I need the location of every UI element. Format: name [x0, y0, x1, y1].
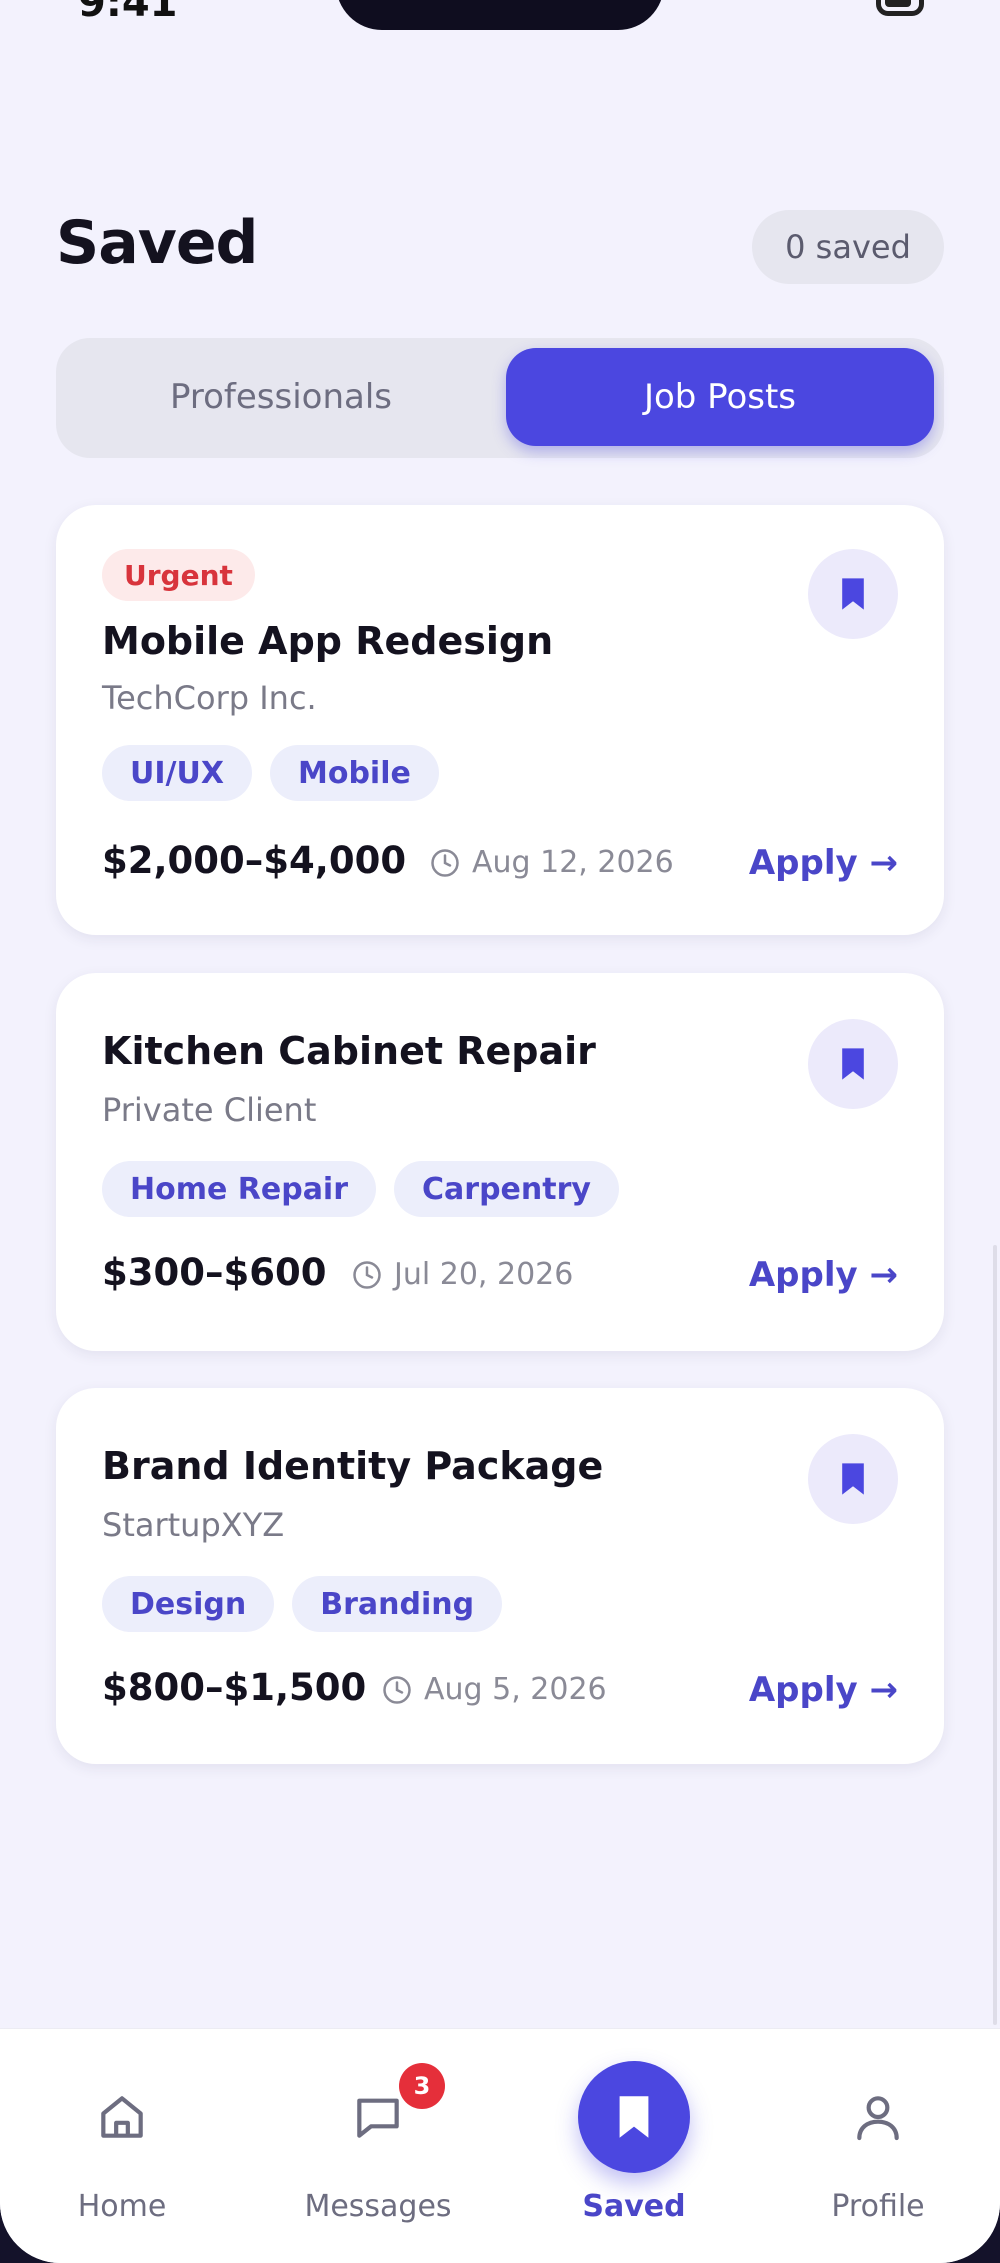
apply-button[interactable]: Apply → [749, 1670, 898, 1710]
job-date: Aug 12, 2026 [430, 845, 674, 880]
job-date-text: Aug 5, 2026 [424, 1672, 607, 1707]
tab-messages-label: Messages [304, 2189, 452, 2224]
tab-home-label: Home [77, 2189, 167, 2224]
job-company: TechCorp Inc. [102, 679, 317, 717]
apply-button[interactable]: Apply → [749, 843, 898, 883]
status-time: 9:41 [78, 0, 178, 26]
job-date: Jul 20, 2026 [352, 1257, 573, 1292]
job-tag: Carpentry [394, 1161, 619, 1217]
screen: 9:41 Saved 0 saved Professionals Job Pos… [0, 0, 1000, 2263]
tab-job-posts[interactable]: Job Posts [506, 348, 934, 446]
job-card[interactable]: Brand Identity Package StartupXYZ Design… [56, 1388, 944, 1764]
user-icon [857, 2096, 899, 2141]
job-tag: UI/UX [102, 745, 252, 801]
tab-profile[interactable]: Profile [778, 2029, 978, 2229]
job-tag: Home Repair [102, 1161, 377, 1217]
clock-icon [383, 1675, 411, 1704]
tab-professionals[interactable]: Professionals [66, 348, 496, 446]
tab-profile-label: Profile [831, 2189, 925, 2224]
bookmark-icon [842, 1048, 864, 1080]
tab-messages[interactable]: 3 Messages [278, 2029, 478, 2229]
job-title: Kitchen Cabinet Repair [102, 1029, 596, 1073]
job-card[interactable]: Urgent Mobile App Redesign TechCorp Inc.… [56, 505, 944, 935]
bookmark-icon [619, 2096, 649, 2138]
job-tag: Branding [292, 1576, 503, 1632]
clock-icon [431, 848, 459, 877]
device-notch [336, 0, 664, 30]
home-icon [101, 2096, 143, 2138]
bookmark-button[interactable] [808, 1019, 898, 1109]
job-tag: Mobile [269, 745, 439, 801]
bookmark-button[interactable] [808, 549, 898, 639]
job-card[interactable]: Kitchen Cabinet Repair Private Client Ho… [56, 973, 944, 1351]
job-title: Brand Identity Package [102, 1444, 604, 1488]
segmented-control: Professionals Job Posts [56, 338, 944, 458]
bottom-tab-bar: Home 3 Messages Saved Profile [0, 2028, 1000, 2263]
bookmark-icon [842, 1463, 864, 1495]
battery-icon [876, 0, 924, 16]
job-price: $300–$600 [102, 1251, 327, 1294]
urgent-badge: Urgent [102, 549, 255, 601]
saved-count-badge: 0 saved [752, 210, 944, 284]
job-company: StartupXYZ [102, 1506, 285, 1544]
tab-saved-label: Saved [582, 2189, 686, 2224]
page-title: Saved [56, 208, 258, 278]
job-tags: Design Branding [102, 1576, 503, 1632]
bookmark-icon [842, 578, 864, 610]
chat-icon [357, 2098, 399, 2138]
job-date-text: Aug 12, 2026 [472, 845, 674, 880]
job-tag: Design [102, 1576, 275, 1632]
clock-icon [353, 1260, 381, 1289]
job-company: Private Client [102, 1091, 317, 1129]
scrollbar[interactable] [993, 1245, 997, 2025]
tab-saved[interactable]: Saved [534, 2029, 734, 2229]
job-price: $2,000–$4,000 [102, 839, 407, 882]
tab-home[interactable]: Home [22, 2029, 222, 2229]
job-price: $800–$1,500 [102, 1666, 367, 1709]
apply-button[interactable]: Apply → [749, 1255, 898, 1295]
job-date: Aug 5, 2026 [382, 1672, 607, 1707]
job-date-text: Jul 20, 2026 [394, 1257, 574, 1292]
bookmark-button[interactable] [808, 1434, 898, 1524]
job-tags: UI/UX Mobile [102, 745, 439, 801]
messages-badge: 3 [399, 2063, 445, 2109]
saved-tab-button [578, 2061, 690, 2173]
job-tags: Home Repair Carpentry [102, 1161, 619, 1217]
job-title: Mobile App Redesign [102, 619, 554, 663]
